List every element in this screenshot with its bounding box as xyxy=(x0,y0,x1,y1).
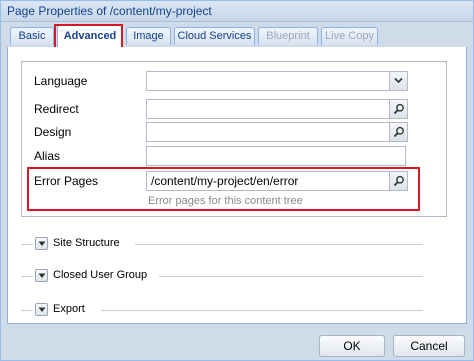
expand-toggle[interactable] xyxy=(35,237,48,250)
error-pages-highlight xyxy=(27,167,420,211)
design-browse-trigger[interactable] xyxy=(389,123,407,141)
section-title: Site Structure xyxy=(53,237,120,249)
language-dropdown-trigger[interactable] xyxy=(389,72,407,90)
chevron-down-icon xyxy=(38,241,46,246)
tab-image[interactable]: Image xyxy=(126,27,171,45)
redirect-label: Redirect xyxy=(34,102,79,116)
chevron-down-icon xyxy=(38,307,46,312)
section-export[interactable]: Export xyxy=(21,303,423,317)
alias-field[interactable] xyxy=(146,146,406,166)
tab-live-copy: Live Copy xyxy=(321,27,378,45)
section-site-structure[interactable]: Site Structure xyxy=(21,237,423,251)
section-divider xyxy=(159,276,423,277)
section-closed-user-group[interactable]: Closed User Group xyxy=(21,269,423,283)
alias-label: Alias xyxy=(34,149,61,163)
tab-blueprint: Blueprint xyxy=(258,27,318,45)
tab-cloud-services[interactable]: Cloud Services xyxy=(174,27,255,45)
search-icon xyxy=(393,103,404,115)
redirect-browse-trigger[interactable] xyxy=(389,100,407,118)
chevron-down-icon xyxy=(38,273,46,278)
ok-button[interactable]: OK xyxy=(319,335,385,357)
dialog-titlebar[interactable]: Page Properties of /content/my-project xyxy=(1,1,473,22)
language-select[interactable] xyxy=(146,71,408,91)
cancel-button[interactable]: Cancel xyxy=(393,335,465,357)
expand-toggle[interactable] xyxy=(35,303,48,316)
section-divider xyxy=(21,310,33,311)
section-title: Closed User Group xyxy=(53,269,148,281)
search-icon xyxy=(393,126,404,138)
expand-toggle[interactable] xyxy=(35,269,48,282)
section-divider xyxy=(21,276,33,277)
tab-basic[interactable]: Basic xyxy=(10,27,54,45)
language-label: Language xyxy=(34,74,88,88)
section-title: Export xyxy=(53,303,85,315)
redirect-field[interactable] xyxy=(146,99,408,119)
section-divider xyxy=(101,310,423,311)
section-divider xyxy=(21,244,33,245)
chevron-down-icon xyxy=(394,77,403,84)
dialog-title: Page Properties of /content/my-project xyxy=(7,4,212,18)
section-divider xyxy=(135,244,423,245)
design-label: Design xyxy=(34,125,72,139)
page-properties-dialog: Page Properties of /content/my-project B… xyxy=(0,0,474,361)
design-field[interactable] xyxy=(146,122,408,142)
